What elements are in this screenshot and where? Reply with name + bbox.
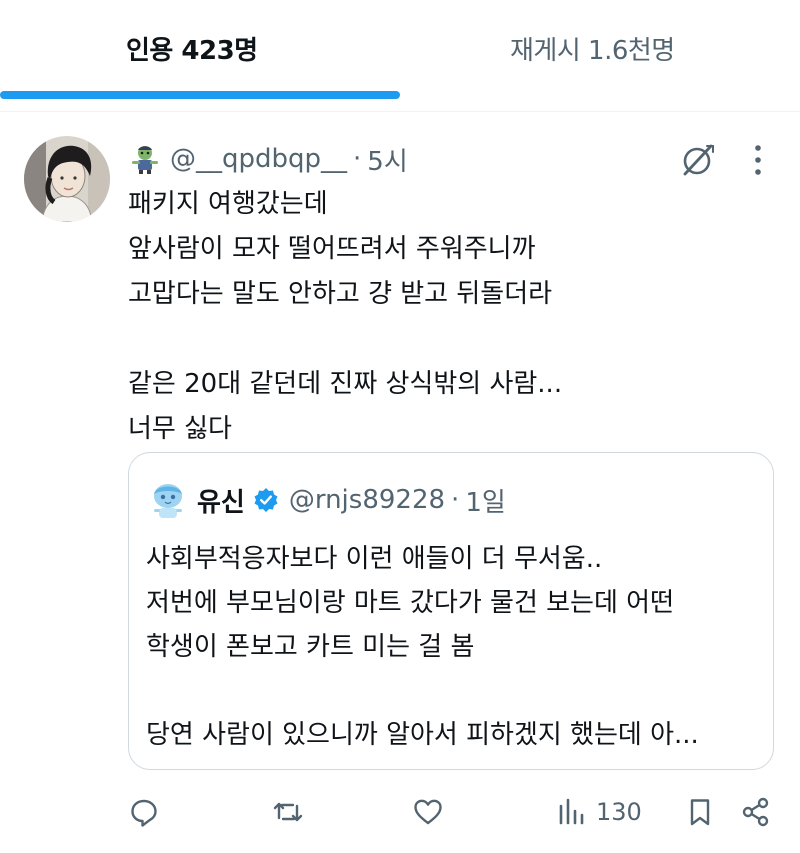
grok-icon[interactable] <box>680 142 716 178</box>
separator-dot: · <box>353 144 362 174</box>
quoted-tweet-card[interactable]: 유신 @rnjs89228 · 1일 사회부적응자보다 이런 애들이 더 무서움… <box>128 452 774 770</box>
tweet-line: 너무 싫다 <box>128 414 232 444</box>
bookmark-icon[interactable] <box>684 796 716 828</box>
separator-dot: · <box>451 485 460 515</box>
verified-badge-icon <box>253 487 279 513</box>
avatar[interactable] <box>24 136 110 222</box>
views-icon[interactable] <box>556 796 588 828</box>
quoted-header: 유신 @rnjs89228 · 1일 <box>197 482 506 519</box>
more-options-icon[interactable] <box>750 140 766 180</box>
tweet-line: 고맙다는 말도 안하고 걍 받고 뒤돌더라 <box>128 279 553 309</box>
author-handle[interactable]: @__qpdbqp__ <box>170 144 347 174</box>
quoted-line-blank <box>146 669 766 713</box>
tweet-line: 같은 20대 같던데 진짜 상식밖의 사람... <box>128 369 563 399</box>
quoted-line: 사회부적응자보다 이런 애들이 더 무서움.. <box>146 544 603 574</box>
tweet-text: 패키지 여행갔는데 앞사람이 모자 떨어뜨려서 주워주니까 고맙다는 말도 안하… <box>128 182 778 452</box>
zombie-emoji-icon <box>130 144 160 174</box>
quoted-avatar <box>146 478 190 522</box>
tweet-action-bar: 130 <box>0 788 800 834</box>
tweet-header: @__qpdbqp__ · 5시 <box>130 141 408 178</box>
quoted-line: 당연 사람이 있으니까 알아서 피하겠지 했는데 아... <box>146 720 699 750</box>
heart-icon[interactable] <box>412 796 444 828</box>
tab-bar: 인용 423명 재게시 1.6천명 <box>0 0 800 100</box>
views-count: 130 <box>596 798 642 826</box>
repost-icon[interactable] <box>272 796 304 828</box>
quoted-line: 저번에 부모님이랑 마트 갔다가 물건 보는데 어떤 <box>146 588 674 618</box>
quoted-text: 사회부적응자보다 이런 애들이 더 무서움.. 저번에 부모님이랑 마트 갔다가… <box>146 537 766 757</box>
reply-icon[interactable] <box>128 796 160 828</box>
divider <box>0 111 800 112</box>
quoted-line: 학생이 폰보고 카트 미는 걸 봄 <box>146 632 475 662</box>
active-tab-indicator <box>0 91 400 99</box>
tab-quotes[interactable]: 인용 423명 <box>126 30 258 67</box>
share-icon[interactable] <box>740 796 772 828</box>
tweet-time[interactable]: 5시 <box>367 141 407 178</box>
quoted-handle[interactable]: @rnjs89228 <box>289 485 445 515</box>
tab-reposts[interactable]: 재게시 1.6천명 <box>510 30 675 67</box>
quoted-author-name[interactable]: 유신 <box>197 482 245 519</box>
tweet-line: 앞사람이 모자 떨어뜨려서 주워주니까 <box>128 234 536 264</box>
tweet-line: 패키지 여행갔는데 <box>128 189 328 219</box>
quoted-time[interactable]: 1일 <box>465 482 505 519</box>
